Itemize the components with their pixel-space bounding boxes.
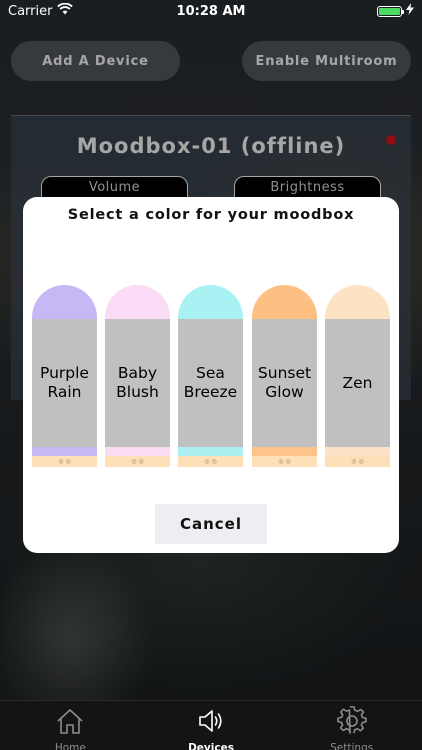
home-icon [55, 706, 85, 740]
color-option-sea-breeze[interactable]: Sea Breeze ◎ ◎ [178, 285, 243, 467]
speaker-icon [196, 706, 226, 740]
color-option-label: Purple Rain [32, 319, 97, 447]
lamp-stripe [252, 447, 317, 456]
color-select-dialog: Select a color for your moodbox Purple R… [23, 197, 399, 553]
gear-icon [336, 706, 367, 740]
lamp-base: ◎ ◎ [105, 456, 170, 467]
status-left: Carrier [8, 2, 74, 19]
lamp-base: ◎ ◎ [178, 456, 243, 467]
cancel-button[interactable]: Cancel [155, 504, 267, 544]
battery-fill [379, 7, 400, 15]
tab-label: Home [54, 742, 86, 750]
lamp-stripe [105, 447, 170, 456]
color-option-purple-rain[interactable]: Purple Rain ◎ ◎ [32, 285, 97, 467]
dialog-title: Select a color for your moodbox [67, 207, 355, 223]
color-option-label: Zen [325, 319, 390, 447]
color-option-baby-blush[interactable]: Baby Blush ◎ ◎ [105, 285, 170, 467]
lamp-cap [252, 285, 317, 319]
color-option-zen[interactable]: Zen ◎ ◎ [325, 285, 390, 467]
tab-label: Devices [188, 742, 234, 750]
lamp-base: ◎ ◎ [252, 456, 317, 467]
lamp-cap [325, 285, 390, 319]
tab-bar: Home Devices Settings [0, 700, 422, 750]
lamp-stripe [178, 447, 243, 456]
color-option-label: Sea Breeze [178, 319, 243, 447]
color-options: Purple Rain ◎ ◎ Baby Blush ◎ ◎ Sea Breez… [32, 285, 392, 467]
tab-label: Settings [330, 742, 374, 750]
lamp-cap [105, 285, 170, 319]
wifi-icon [57, 2, 74, 19]
color-option-label: Sunset Glow [252, 319, 317, 447]
tab-settings[interactable]: Settings [281, 701, 422, 750]
lamp-stripe [32, 447, 97, 456]
lamp-base: ◎ ◎ [325, 456, 390, 467]
color-option-sunset-glow[interactable]: Sunset Glow ◎ ◎ [252, 285, 317, 467]
lamp-cap [178, 285, 243, 319]
color-option-label: Baby Blush [105, 319, 170, 447]
lamp-stripe [325, 447, 390, 456]
status-right [377, 3, 414, 19]
tab-home[interactable]: Home [0, 701, 141, 750]
lamp-cap [32, 285, 97, 319]
carrier-label: Carrier [8, 3, 53, 19]
tab-devices[interactable]: Devices [141, 701, 282, 750]
charging-icon [406, 3, 414, 19]
battery-icon [377, 5, 404, 17]
lamp-base: ◎ ◎ [32, 456, 97, 467]
status-bar: Carrier 10:28 AM [0, 0, 422, 22]
